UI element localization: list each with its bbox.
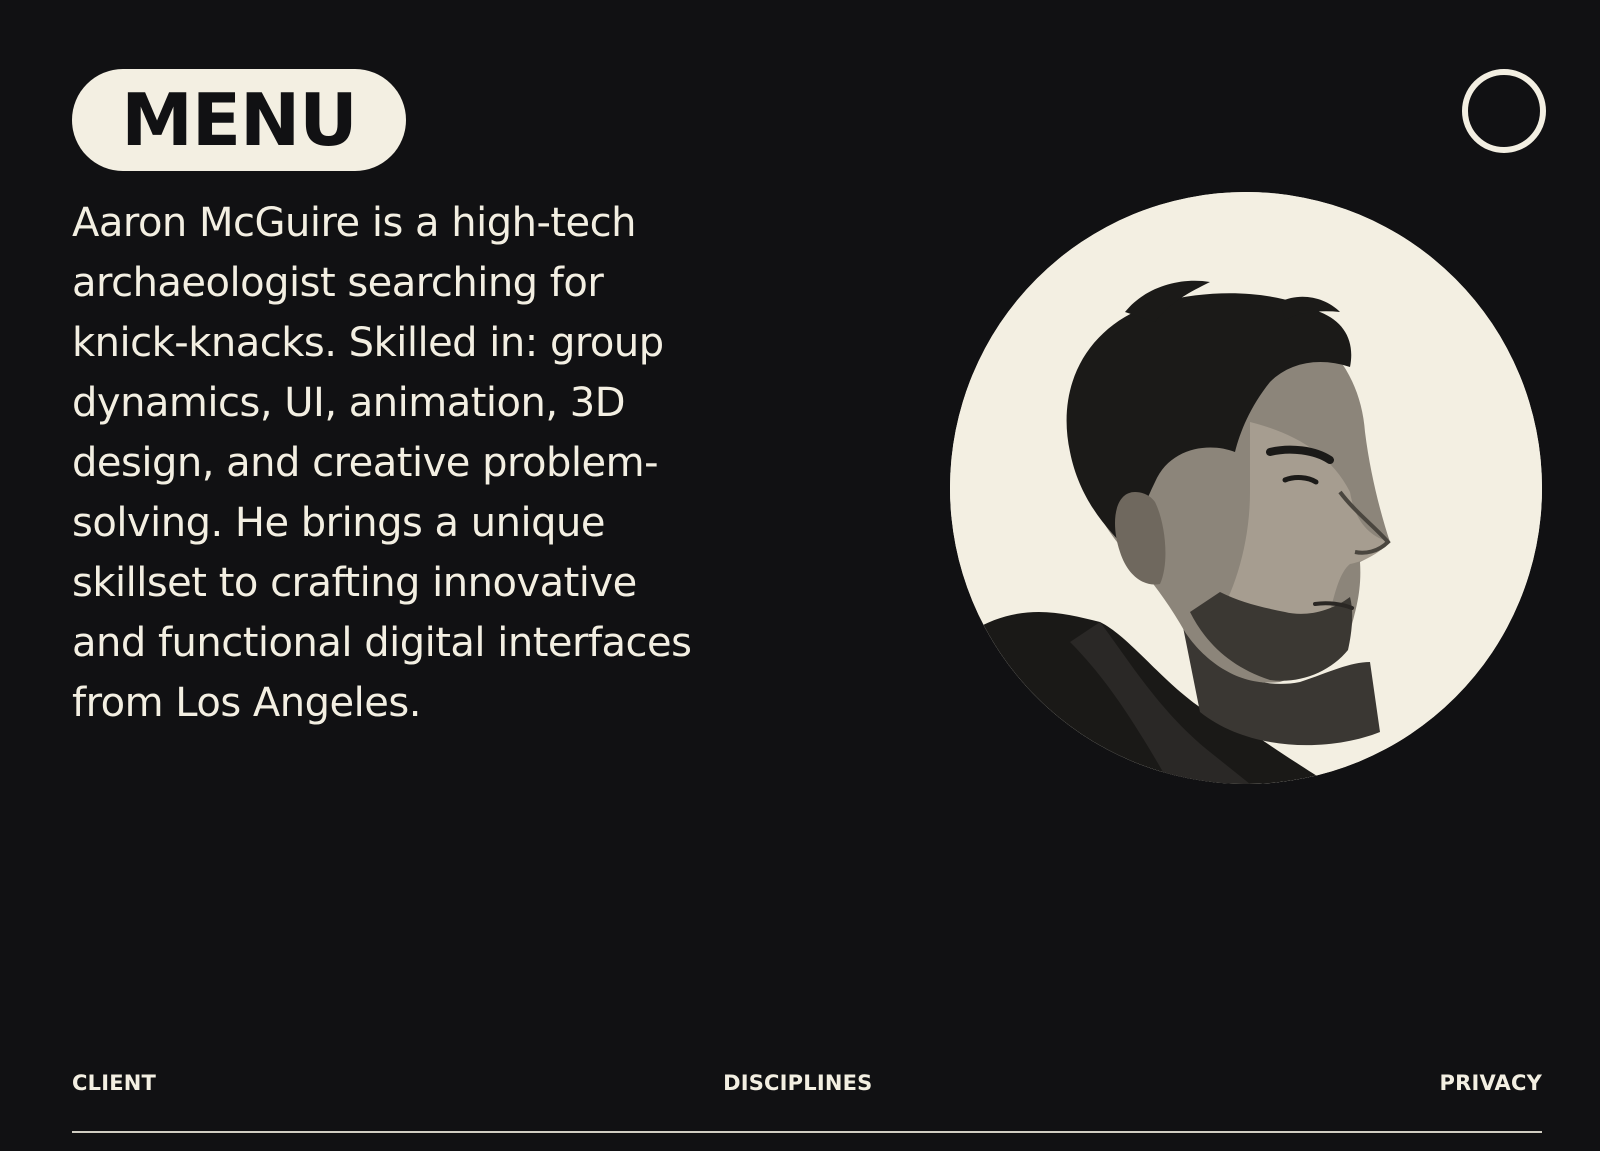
menu-button-label: MENU	[121, 78, 358, 162]
footer-link-disciplines[interactable]: DISCIPLINES	[723, 1071, 872, 1095]
circle-outline-icon[interactable]	[1462, 69, 1546, 153]
footer-divider	[72, 1131, 1542, 1133]
menu-button[interactable]: MENU	[72, 69, 406, 171]
portrait-illustration	[950, 192, 1542, 784]
footer-link-client[interactable]: CLIENT	[72, 1071, 156, 1095]
footer-link-privacy[interactable]: PRIVACY	[1440, 1071, 1542, 1095]
bio-text: Aaron McGuire is a high-tech archaeologi…	[72, 200, 692, 726]
portrait-photo	[950, 192, 1542, 784]
footer-nav: CLIENT DISCIPLINES PRIVACY	[72, 1071, 1542, 1095]
